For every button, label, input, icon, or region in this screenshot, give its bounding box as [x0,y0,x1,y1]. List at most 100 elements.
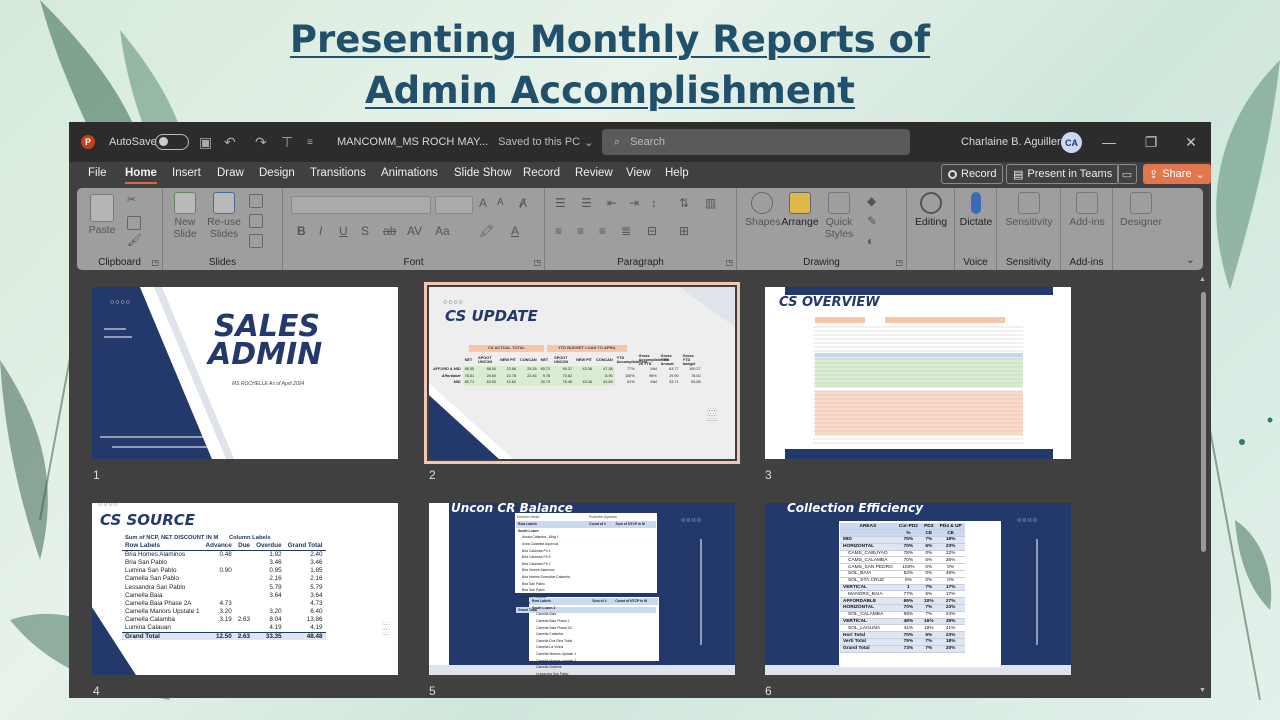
character-spacing-button[interactable]: AV [407,224,422,238]
comments-button[interactable]: ▭ [1117,164,1137,184]
file-name[interactable]: MANCOMM_MS ROCH MAY... Saved to this PC … [337,122,593,162]
tab-file[interactable]: File [88,167,107,179]
shapes-button[interactable]: Shapes [745,192,781,228]
editing-button[interactable]: Editing [911,192,951,228]
tab-home[interactable]: Home [125,167,157,184]
scroll-up-icon[interactable]: ▲ [1199,276,1206,283]
align-text-icon[interactable]: ⊟ [647,224,657,238]
quick-styles-button[interactable]: Quick Styles [823,192,855,240]
restore-icon[interactable]: ❐ [1141,122,1161,162]
tab-design[interactable]: Design [259,167,295,179]
line-spacing-icon[interactable]: ↕ [651,196,657,210]
highlight-icon[interactable]: 🖍 [479,224,494,238]
section-icon[interactable] [249,234,263,248]
table-cell: 17% [936,590,965,599]
table-row: Bria Calamba Ph 2 [516,561,656,568]
present-in-teams-button[interactable]: ▤ Present in Teams [1006,164,1120,184]
tab-insert[interactable]: Insert [172,167,201,179]
autosave-toggle[interactable] [155,134,189,150]
shape-fill-icon[interactable]: ◆ [867,194,876,208]
record-button[interactable]: Record [941,164,1004,184]
avatar[interactable]: CA [1061,132,1082,153]
copy-icon[interactable] [127,216,141,230]
italic-button[interactable]: I [319,224,322,238]
slide-thumbnail-4[interactable]: ○○○○ CS SOURCE Sum of NCP, NET DISCOUNT … [92,503,398,675]
table-cell: 24% [936,611,965,619]
dialog-launcher-icon[interactable]: ◳ [895,258,903,267]
close-icon[interactable]: ✕ [1181,122,1201,162]
slide-thumbnail-5[interactable]: Uncon CR Balance ○○○○ Division Head Roch… [429,503,735,675]
columns-icon[interactable]: ▥ [705,196,716,210]
slide-thumbnail-3[interactable]: CS OVERVIEW [765,287,1071,459]
addins-button[interactable]: Add-ins [1065,192,1109,228]
tab-slide-show[interactable]: Slide Show [454,167,512,179]
reuse-slides-button[interactable]: Re-use Slides [207,192,241,240]
table-cell: 0% [920,550,937,558]
collapse-ribbon-icon[interactable]: ⌄ [1186,253,1195,266]
minimize-icon[interactable]: — [1099,122,1119,162]
shadow-button[interactable]: S [361,224,369,238]
strikethrough-button[interactable]: ab [383,224,396,238]
save-icon[interactable]: ▣ [199,122,212,162]
designer-button[interactable]: Designer [1117,192,1165,228]
present-icon[interactable]: ⊤ [281,122,293,162]
tab-animations[interactable]: Animations [381,167,438,179]
cut-icon[interactable]: ✂ [127,194,136,206]
tab-record[interactable]: Record [523,167,560,179]
reset-icon[interactable] [249,214,263,228]
bold-button[interactable]: B [297,224,306,238]
table-cell [590,631,613,638]
shape-outline-icon[interactable]: ✎ [867,214,877,228]
reuse-slides-icon [213,192,235,214]
slide-thumbnail-2[interactable]: ○○○○ CS UPDATE CS ACTUAL TOTAL YTD BUDGE… [424,282,740,464]
arrange-button[interactable]: Arrange [781,192,819,228]
change-case-button[interactable]: Aa [435,224,450,238]
clear-formatting-icon[interactable]: Ⱥ [519,196,527,210]
slide-thumbnail-1[interactable]: ○○○○ SALES ADMIN MS ROCHELLE As of April… [92,287,398,459]
font-family-dropdown[interactable] [291,196,431,214]
justify-icon[interactable]: ≣ [621,224,631,238]
shape-effects-icon[interactable]: ◐ [867,234,874,248]
numbering-icon[interactable]: ☰ [581,196,592,210]
font-color-icon[interactable]: A [511,224,519,238]
tab-transitions[interactable]: Transitions [310,167,366,179]
paste-button[interactable]: Paste [87,194,117,236]
text-direction-icon[interactable]: ⇅ [679,196,689,210]
format-painter-icon[interactable]: 🖌 [127,234,142,246]
tab-review[interactable]: Review [575,167,613,179]
dialog-launcher-icon[interactable]: ◳ [725,258,733,267]
tab-help[interactable]: Help [665,167,689,179]
scroll-down-icon[interactable]: ▼ [1199,687,1206,694]
decrease-font-icon[interactable]: A [497,197,504,208]
search-box[interactable]: ⌕ Search [602,129,910,155]
designer-label: Designer [1119,216,1163,228]
underline-button[interactable]: U [339,224,348,238]
align-left-icon[interactable]: ≡ [555,224,562,238]
redo-icon[interactable]: ↷ [255,122,267,162]
vertical-scrollbar[interactable]: ▲ ▼ [1199,276,1207,694]
align-center-icon[interactable]: ≡ [577,224,584,238]
smartart-icon[interactable]: ⊞ [679,224,689,238]
slide-thumbnail-6[interactable]: Collection Efficiency ○○○○ AREAS Cur-PD2 P… [765,503,1071,675]
new-slide-button[interactable]: New Slide [171,192,199,240]
bullets-icon[interactable]: ☰ [555,196,566,210]
align-right-icon[interactable]: ≡ [599,224,606,238]
table-cell: 4.73 [310,599,323,607]
tab-draw[interactable]: Draw [217,167,244,179]
increase-font-icon[interactable]: A [479,196,487,210]
increase-indent-icon[interactable]: ⇥ [629,196,639,210]
share-button[interactable]: ⇪ Share ⌄ [1143,164,1211,184]
toggle-knob [159,137,168,146]
customize-toolbar-icon[interactable]: ≡ [307,122,313,162]
scrollbar-thumb[interactable] [1201,292,1206,552]
decrease-indent-icon[interactable]: ⇤ [607,196,617,210]
dialog-launcher-icon[interactable]: ◳ [151,258,159,267]
table-cell [590,618,613,625]
font-size-dropdown[interactable] [435,196,473,214]
sensitivity-button[interactable]: Sensitivity [1001,192,1057,228]
dictate-button[interactable]: Dictate [957,192,995,228]
layout-icon[interactable] [249,194,263,208]
dialog-launcher-icon[interactable]: ◳ [533,258,541,267]
tab-view[interactable]: View [626,167,651,179]
undo-icon[interactable]: ↶ [224,122,236,162]
